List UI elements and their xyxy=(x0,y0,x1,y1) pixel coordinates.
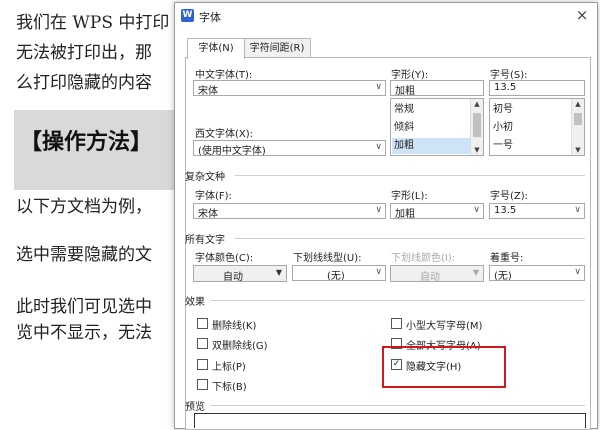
complex-size-select[interactable]: 13.5 ∨ xyxy=(489,203,585,219)
doc-heading: 【操作方法】 xyxy=(20,129,153,155)
checkbox-box[interactable] xyxy=(197,318,208,329)
list-item[interactable]: 初号 xyxy=(493,102,513,118)
checkbox-box[interactable] xyxy=(391,318,402,329)
dialog-title: 字体 xyxy=(199,11,221,24)
section-divider xyxy=(235,238,585,239)
complex-section-title: 复杂文种 xyxy=(185,172,225,183)
tab-font[interactable]: 字体(N) xyxy=(187,38,245,59)
style-label: 字形(Y): xyxy=(391,70,429,81)
chevron-down-icon: ∨ xyxy=(375,142,382,152)
doc-paragraph: 选中需要隐藏的文 xyxy=(16,245,152,265)
western-font-value: (使用中文字体) xyxy=(198,146,266,157)
chevron-down-icon: ∨ xyxy=(574,267,581,277)
wps-app-icon: W xyxy=(181,9,194,22)
complex-font-select[interactable]: 宋体 ∨ xyxy=(193,203,386,220)
all-text-section-title: 所有文字 xyxy=(185,235,225,246)
complex-style-value: 加粗 xyxy=(395,209,415,220)
scroll-up-icon[interactable]: ▲ xyxy=(471,100,483,108)
list-item[interactable]: 小初 xyxy=(493,120,513,136)
preview-section-title: 预览 xyxy=(185,402,205,413)
checkbox-label: 下标(B) xyxy=(212,382,247,393)
chinese-font-label: 中文字体(T): xyxy=(195,70,253,81)
section-divider xyxy=(211,300,585,301)
checkbox-box[interactable] xyxy=(197,338,208,349)
tab-character-spacing[interactable]: 字符间距(R) xyxy=(243,38,311,58)
style-listbox[interactable]: 常规 倾斜 加粗 ▲ ▼ xyxy=(390,98,484,156)
checkbox-label: 小型大写字母(M) xyxy=(406,321,483,332)
scrollbar-thumb[interactable] xyxy=(473,113,481,137)
complex-size-label: 字号(Z): xyxy=(490,191,529,202)
checkbox-label: 双删除线(G) xyxy=(212,341,268,352)
size-label: 字号(S): xyxy=(490,70,528,81)
size-value: 13.5 xyxy=(494,82,517,93)
dialog-titlebar[interactable]: W 字体 × xyxy=(175,3,597,29)
western-font-label: 西文字体(X): xyxy=(195,129,254,140)
chinese-font-value: 宋体 xyxy=(198,86,218,97)
western-font-select[interactable]: (使用中文字体) ∨ xyxy=(193,140,386,157)
list-item[interactable]: 一号 xyxy=(493,138,513,154)
scrollbar-thumb[interactable] xyxy=(574,113,582,125)
chevron-down-icon: ∨ xyxy=(574,205,581,215)
underline-color-label: 下划线颜色(I): xyxy=(391,253,456,264)
scroll-down-icon[interactable]: ▼ xyxy=(572,146,584,154)
list-item-selected[interactable]: 加粗 xyxy=(392,138,471,154)
scroll-down-icon[interactable]: ▼ xyxy=(471,146,483,154)
underline-style-value: (无) xyxy=(327,271,345,282)
chinese-font-select[interactable]: 宋体 ∨ xyxy=(193,80,386,97)
effects-section-title: 效果 xyxy=(185,297,205,308)
doc-paragraph: 览中不显示，无法 xyxy=(16,323,152,343)
doc-line: 么打印隐藏的内容 xyxy=(16,73,152,93)
emphasis-value: (无) xyxy=(494,271,512,282)
list-item[interactable]: 常规 xyxy=(394,102,414,118)
annotation-highlight-box xyxy=(382,346,506,388)
chevron-down-icon: ▼ xyxy=(472,268,479,277)
complex-style-select[interactable]: 加粗 ∨ xyxy=(390,203,484,220)
underline-color-dropdown: 自动 ▼ xyxy=(390,265,484,283)
underline-style-select[interactable]: (无) ∨ xyxy=(292,265,386,282)
complex-size-value: 13.5 xyxy=(494,205,517,216)
style-input[interactable]: 加粗 xyxy=(390,80,484,97)
emphasis-label: 着重号: xyxy=(490,253,524,264)
checkbox-box[interactable] xyxy=(197,379,208,390)
chevron-down-icon: ∨ xyxy=(473,205,480,215)
list-item[interactable]: 倾斜 xyxy=(394,120,414,136)
complex-font-label: 字体(F): xyxy=(195,191,232,202)
chevron-down-icon: ∨ xyxy=(375,82,382,92)
chevron-down-icon: ▼ xyxy=(275,268,282,277)
font-color-label: 字体颜色(C): xyxy=(195,253,254,264)
size-input[interactable]: 13.5 xyxy=(489,80,585,96)
font-color-dropdown[interactable]: 自动 ▼ xyxy=(193,265,287,283)
scrollbar[interactable]: ▲ ▼ xyxy=(470,99,483,155)
scroll-up-icon[interactable]: ▲ xyxy=(572,100,584,108)
chevron-down-icon: ∨ xyxy=(375,205,382,215)
chevron-down-icon: ∨ xyxy=(375,267,382,277)
style-value: 加粗 xyxy=(395,86,415,97)
section-divider xyxy=(211,405,585,406)
checkbox-box[interactable] xyxy=(197,359,208,370)
doc-line: 我们在 WPS 中打印 xyxy=(16,13,170,33)
doc-paragraph: 此时我们可见选中 xyxy=(16,297,152,317)
doc-line: 无法被打印出，那 xyxy=(16,43,152,63)
scrollbar[interactable]: ▲ ▼ xyxy=(571,99,584,155)
checkbox-label: 上标(P) xyxy=(212,362,246,373)
checkbox-label: 删除线(K) xyxy=(212,321,257,332)
section-divider xyxy=(235,175,585,176)
underline-style-label: 下划线线型(U): xyxy=(293,253,362,264)
preview-box xyxy=(194,413,586,428)
font-color-value: 自动 xyxy=(223,272,243,283)
close-icon[interactable]: × xyxy=(573,6,591,24)
complex-font-value: 宋体 xyxy=(198,209,218,220)
size-listbox[interactable]: 初号 小初 一号 ▲ ▼ xyxy=(489,98,585,156)
underline-color-value: 自动 xyxy=(420,272,440,283)
complex-style-label: 字形(L): xyxy=(391,191,428,202)
emphasis-select[interactable]: (无) ∨ xyxy=(489,265,585,282)
doc-paragraph: 以下方文档为例， xyxy=(16,197,152,217)
